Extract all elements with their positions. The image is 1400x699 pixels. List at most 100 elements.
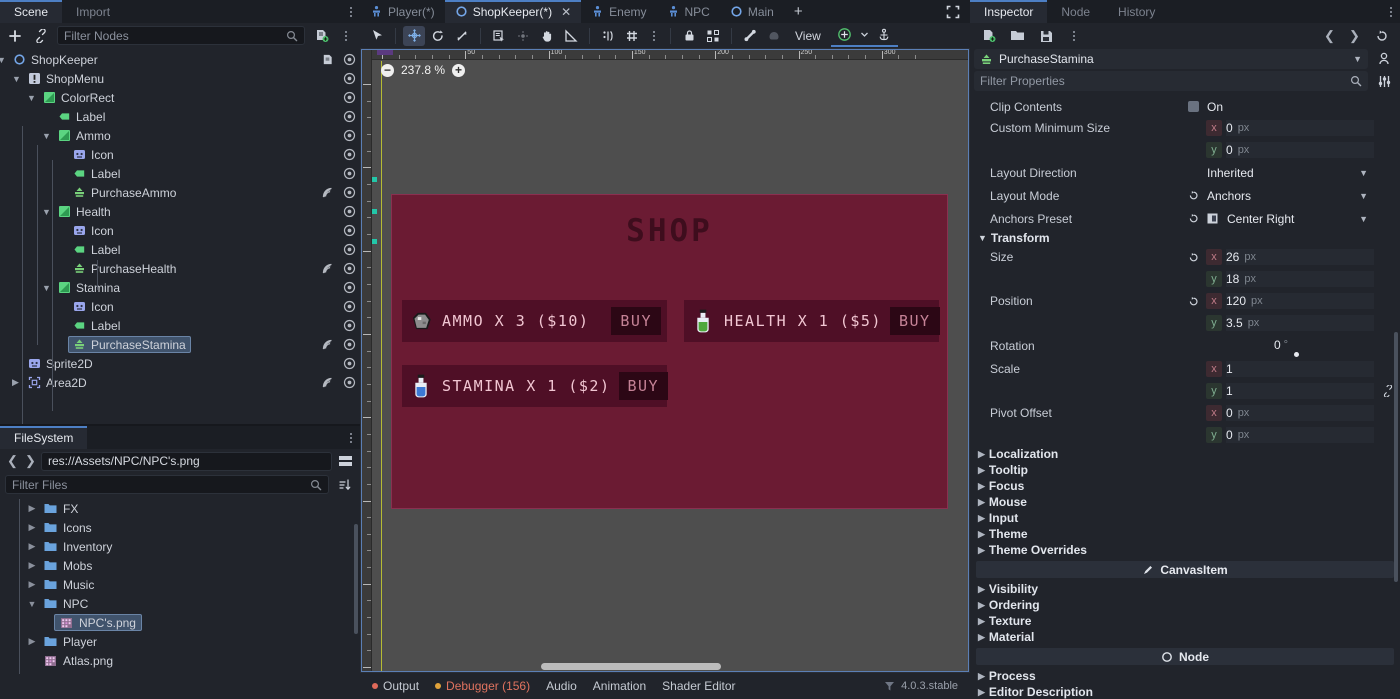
scene-tree-item-label[interactable]: Label — [0, 107, 360, 126]
scene-tree-item-label[interactable]: Label — [0, 316, 360, 335]
zoom-in-button[interactable]: + — [452, 63, 466, 77]
scene-tree-item-purchaseammo[interactable]: PurchaseAmmo — [0, 183, 360, 202]
filter-nodes-input[interactable]: Filter Nodes — [57, 26, 305, 45]
selection-handle[interactable] — [372, 177, 377, 182]
node-signal-icon[interactable] — [321, 338, 334, 351]
chevron-right-icon[interactable]: ▶ — [978, 687, 985, 698]
rotate-tool-icon[interactable] — [427, 26, 449, 46]
scene-tree-item-icon[interactable]: Icon — [0, 221, 360, 240]
node-visibility-toggle[interactable] — [343, 224, 356, 237]
node-visibility-toggle[interactable] — [343, 205, 356, 218]
revert-icon[interactable] — [1188, 190, 1199, 201]
node-visibility-toggle[interactable] — [343, 110, 356, 123]
viewport-horizontal-scrollbar[interactable] — [541, 663, 721, 670]
property-dropdown[interactable]: Center Right ▼ — [1188, 212, 1400, 226]
open-docs-icon[interactable] — [1374, 49, 1394, 69]
scene-tree-item-label[interactable]: Label — [0, 240, 360, 259]
property-value-x[interactable]: 26 px — [1226, 249, 1374, 265]
inspector-section-tooltip[interactable]: ▶ Tooltip — [970, 462, 1400, 478]
chevron-right-icon[interactable]: ▶ — [26, 503, 38, 514]
chevron-right-icon[interactable]: ▶ — [978, 529, 985, 540]
filesystem-item-mobs[interactable]: ▶ Mobs — [0, 556, 360, 575]
filesystem-item-fx[interactable]: ▶ FX — [0, 499, 360, 518]
view-menu-button[interactable]: View — [787, 26, 829, 46]
save-resource-icon[interactable] — [1036, 26, 1056, 46]
node-visibility-toggle[interactable] — [343, 91, 356, 104]
chevron-down-icon[interactable]: ▼ — [42, 207, 51, 217]
property-value-x[interactable]: 0 px — [1226, 405, 1374, 421]
chevron-right-icon[interactable]: ▶ — [978, 632, 985, 643]
nav-back-icon[interactable]: ❮ — [5, 452, 20, 470]
create-script-icon[interactable] — [311, 26, 331, 46]
inspector-section-localization[interactable]: ▶ Localization — [970, 446, 1400, 462]
inspector-extra-menu-icon[interactable] — [1065, 30, 1083, 41]
revert-icon[interactable] — [1188, 296, 1199, 307]
inspector-section-visibility[interactable]: ▶ Visibility — [970, 581, 1400, 597]
scene-tree-item-ammo[interactable]: ▼ Ammo — [0, 126, 360, 145]
inspector-menu-icon[interactable] — [1382, 0, 1400, 23]
property-row-layout-mode[interactable]: Layout Mode Anchors ▼ — [970, 184, 1400, 207]
scene-tree-item-sprite2d[interactable]: Sprite2D — [0, 354, 360, 373]
filesystem-item-atlas-png[interactable]: Atlas.png — [0, 651, 360, 670]
filesystem-item-icons[interactable]: ▶ Icons — [0, 518, 360, 537]
slider-knob[interactable] — [1293, 352, 1299, 357]
filesystem-item-inventory[interactable]: ▶ Inventory — [0, 537, 360, 556]
inspector-section-editor-description[interactable]: ▶ Editor Description — [970, 684, 1400, 699]
link-axes-icon[interactable] — [1382, 385, 1394, 397]
select-tool-icon[interactable] — [366, 26, 388, 46]
chevron-down-icon[interactable]: ▼ — [12, 74, 21, 84]
scene-tree-item-health[interactable]: ▼ Health — [0, 202, 360, 221]
scene-tree-item-colorrect[interactable]: ▼ ColorRect — [0, 88, 360, 107]
chevron-right-icon[interactable]: ▶ — [978, 465, 985, 476]
node-visibility-toggle[interactable] — [343, 338, 356, 351]
inspector-settings-icon[interactable] — [1374, 71, 1394, 91]
buy-button-ammo[interactable]: BUY — [611, 307, 661, 335]
smart-snap-icon[interactable] — [597, 26, 619, 46]
inspector-section-theme[interactable]: ▶ Theme — [970, 526, 1400, 542]
snap-options-icon[interactable] — [645, 30, 663, 41]
buy-button-health[interactable]: BUY — [889, 307, 940, 335]
distraction-free-mode-icon[interactable] — [936, 0, 970, 23]
filter-properties-input[interactable]: Filter Properties — [974, 71, 1368, 91]
attached-script-icon[interactable] — [321, 53, 334, 66]
property-value-x[interactable]: 1 — [1226, 361, 1374, 377]
chevron-right-icon[interactable]: ▶ — [978, 449, 985, 460]
bottom-panel-debugger-156-[interactable]: Debugger (156) — [435, 679, 530, 693]
filesystem-item-npc[interactable]: ▼ NPC — [0, 594, 360, 613]
chevron-right-icon[interactable]: ▶ — [978, 545, 985, 556]
inspector-section-material[interactable]: ▶ Material — [970, 629, 1400, 645]
pan-tool-icon[interactable] — [536, 26, 558, 46]
chevron-down-icon[interactable]: ▼ — [1359, 214, 1374, 224]
filesystem-item-music[interactable]: ▶ Music — [0, 575, 360, 594]
split-mode-icon[interactable] — [335, 451, 355, 471]
shop-item-row-ammo[interactable]: AMMO X 3 ($10) BUY — [402, 300, 667, 342]
property-value-y[interactable]: 0 px — [1226, 427, 1374, 443]
grid-snap-icon[interactable] — [621, 26, 643, 46]
shop-item-row-health[interactable]: HEALTH X 1 ($5) BUY — [684, 300, 940, 342]
tab-history[interactable]: History — [1104, 0, 1169, 23]
revert-icon[interactable] — [1188, 213, 1199, 224]
tab-scene[interactable]: Scene — [0, 0, 63, 23]
scene-tree-item-purchasestamina[interactable]: PurchaseStamina — [0, 335, 360, 354]
property-row-layout-direction[interactable]: Layout Direction Inherited ▼ — [970, 161, 1400, 184]
zoom-level-label[interactable]: 237.8 % — [401, 63, 445, 77]
node-visibility-toggle[interactable] — [343, 319, 356, 332]
chevron-down-icon[interactable]: ▼ — [978, 233, 987, 243]
property-row-rotation[interactable]: Rotation 0 ° — [970, 334, 1400, 358]
chevron-right-icon[interactable]: ▶ — [26, 579, 38, 590]
inspector-section-ordering[interactable]: ▶ Ordering — [970, 597, 1400, 613]
chevron-down-icon[interactable]: ▼ — [0, 55, 6, 65]
skeleton-options-icon[interactable] — [763, 26, 785, 46]
chevron-right-icon[interactable]: ▶ — [978, 513, 985, 524]
checkbox[interactable] — [1188, 101, 1199, 112]
chevron-right-icon[interactable]: ▶ — [978, 481, 985, 492]
sort-files-icon[interactable] — [335, 475, 355, 495]
bottom-panel-output[interactable]: Output — [372, 679, 419, 693]
filesystem-item-npc-s-png[interactable]: NPC's.png — [0, 613, 360, 632]
property-value-y[interactable]: 3.5 px — [1226, 315, 1374, 331]
history-back-icon[interactable]: ❮ — [1322, 27, 1337, 45]
node-visibility-toggle[interactable] — [343, 53, 356, 66]
add-preview-icon[interactable] — [834, 25, 856, 45]
inspector-section-mouse[interactable]: ▶ Mouse — [970, 494, 1400, 510]
scene-dock-menu-icon[interactable] — [342, 0, 360, 23]
